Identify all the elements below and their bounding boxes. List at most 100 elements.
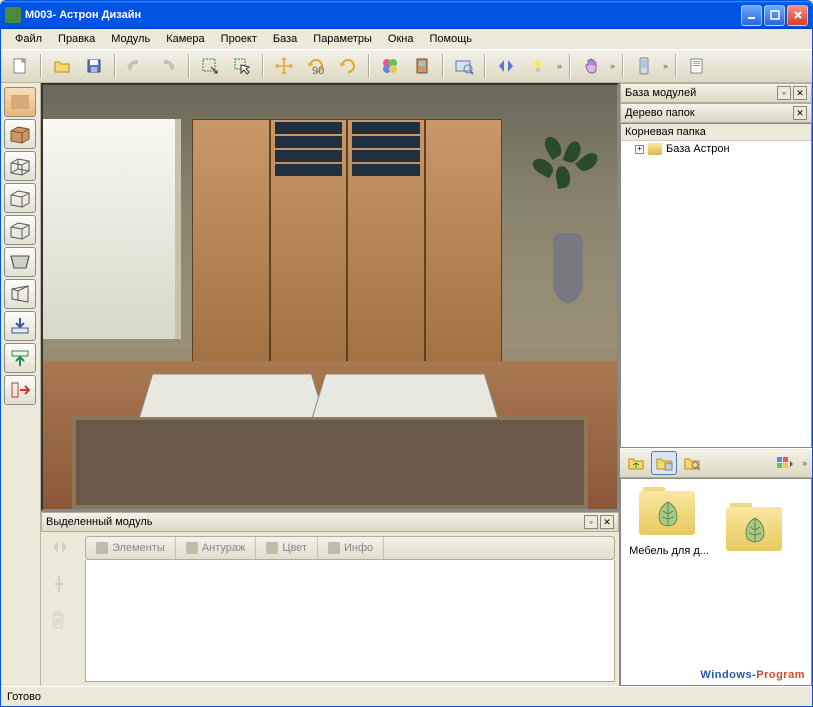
tab-content — [85, 560, 615, 682]
menu-params[interactable]: Параметры — [305, 31, 380, 47]
menu-edit[interactable]: Правка — [50, 31, 103, 47]
folder-tree[interactable]: Корневая папка + База Астрон — [620, 123, 812, 448]
box-wireframe-icon[interactable] — [4, 151, 36, 181]
material-solid-icon[interactable] — [4, 87, 36, 117]
leaf-icon — [651, 499, 685, 529]
rotate-button[interactable] — [333, 52, 363, 80]
box-wire2-icon[interactable] — [4, 183, 36, 213]
menu-module[interactable]: Модуль — [103, 31, 158, 47]
open-button[interactable] — [47, 52, 77, 80]
tab-elements[interactable]: Элементы — [86, 537, 176, 559]
slider-tool-icon[interactable] — [49, 574, 73, 598]
view-button[interactable] — [449, 52, 479, 80]
panel-close-icon[interactable]: ✕ — [793, 106, 807, 120]
menu-project[interactable]: Проект — [213, 31, 265, 47]
3d-viewport[interactable] — [41, 83, 619, 511]
select-rect-button[interactable] — [195, 52, 225, 80]
bottom-panel-header[interactable]: Выделенный модуль ▫ ✕ — [41, 512, 619, 532]
close-button[interactable] — [787, 5, 808, 26]
room-window — [43, 119, 181, 339]
perspective-icon[interactable] — [4, 279, 36, 309]
tree-panel-title: Дерево папок — [625, 107, 791, 119]
svg-text:90: 90 — [312, 65, 324, 76]
doc-button[interactable] — [682, 52, 712, 80]
palette-icon — [266, 542, 278, 554]
select-arrow-button[interactable] — [227, 52, 257, 80]
box-solid-icon[interactable] — [4, 119, 36, 149]
colors-button[interactable] — [375, 52, 405, 80]
tab-entourage[interactable]: Антураж — [176, 537, 257, 559]
menu-windows[interactable]: Окна — [380, 31, 422, 47]
inside-view-icon[interactable] — [4, 247, 36, 277]
tab-info[interactable]: Инфо — [318, 537, 384, 559]
folder-up-icon[interactable] — [623, 451, 649, 475]
panel-close-icon[interactable]: ✕ — [793, 86, 807, 100]
menu-help[interactable]: Помощь — [421, 31, 480, 47]
panel-close-icon[interactable]: ✕ — [600, 515, 614, 529]
right-panel: База модулей ▫ ✕ Дерево папок ✕ Корневая… — [619, 83, 812, 686]
statusbar: Готово — [1, 686, 812, 706]
light-button[interactable] — [523, 52, 553, 80]
watermark: Windows-Program — [700, 666, 805, 681]
menu-camera[interactable]: Камера — [158, 31, 212, 47]
maximize-button[interactable] — [764, 5, 785, 26]
panel-float-icon[interactable]: ▫ — [777, 86, 791, 100]
view-mode-icon[interactable] — [772, 451, 798, 475]
undo-button[interactable] — [121, 52, 151, 80]
mirror-tool-icon[interactable] — [49, 538, 73, 562]
room-rug — [72, 416, 589, 509]
catalog-folder-item[interactable]: Мебель для д... — [629, 487, 709, 557]
import-down-icon[interactable] — [4, 311, 36, 341]
toolbar-expand-3[interactable]: » — [661, 61, 670, 71]
catalog-expand[interactable]: » — [800, 458, 809, 468]
menu-base[interactable]: База — [265, 31, 305, 47]
star-icon — [186, 542, 198, 554]
info-icon — [328, 542, 340, 554]
status-text: Готово — [7, 691, 41, 703]
move-button[interactable] — [269, 52, 299, 80]
rotate-90-button[interactable]: 90 — [301, 52, 331, 80]
catalog-area[interactable]: Мебель для д... Windows-Program — [620, 478, 812, 686]
tree-root-label[interactable]: Корневая папка — [621, 124, 811, 141]
window-title: М003- Астрон Дизайн — [25, 9, 741, 21]
new-button[interactable] — [5, 52, 35, 80]
folder-search-icon[interactable] — [679, 451, 705, 475]
menu-file[interactable]: Файл — [7, 31, 50, 47]
save-button[interactable] — [79, 52, 109, 80]
door-button[interactable] — [407, 52, 437, 80]
catalog-item-label: Мебель для д... — [629, 545, 709, 557]
bed-1 — [139, 374, 326, 418]
wardrobe — [192, 119, 502, 373]
toolbar-expand-2[interactable]: » — [608, 61, 617, 71]
app-icon — [5, 7, 21, 23]
folder-view-icon[interactable] — [651, 451, 677, 475]
catalog-toolbar: » — [620, 448, 812, 478]
mirror-button[interactable] — [491, 52, 521, 80]
box-hidden-icon[interactable] — [4, 215, 36, 245]
main-toolbar: 90 » » » — [1, 49, 812, 83]
tree-item[interactable]: + База Астрон — [621, 141, 811, 157]
leaf-icon — [738, 515, 772, 545]
expand-icon[interactable]: + — [635, 145, 644, 154]
titlebar[interactable]: М003- Астрон Дизайн — [1, 1, 812, 29]
minimize-button[interactable] — [741, 5, 762, 26]
menubar: Файл Правка Модуль Камера Проект База Па… — [1, 29, 812, 49]
bed-2 — [311, 374, 498, 418]
folder-icon — [648, 143, 662, 155]
vase — [553, 233, 583, 303]
toolbar-expand-1[interactable]: » — [555, 61, 564, 71]
tree-panel-header[interactable]: Дерево папок ✕ — [620, 103, 812, 123]
trash-icon[interactable] — [49, 610, 73, 634]
export-right-icon[interactable] — [4, 375, 36, 405]
redo-button[interactable] — [153, 52, 183, 80]
import-up-icon[interactable] — [4, 343, 36, 373]
panel-float-icon[interactable]: ▫ — [584, 515, 598, 529]
tree-item-label: База Астрон — [666, 143, 730, 155]
modules-panel-header[interactable]: База модулей ▫ ✕ — [620, 83, 812, 103]
phone-button[interactable] — [629, 52, 659, 80]
catalog-folder-item[interactable] — [716, 503, 796, 561]
grid-icon — [96, 542, 108, 554]
left-toolbar — [1, 83, 41, 686]
tab-color[interactable]: Цвет — [256, 537, 318, 559]
hand-button[interactable] — [576, 52, 606, 80]
